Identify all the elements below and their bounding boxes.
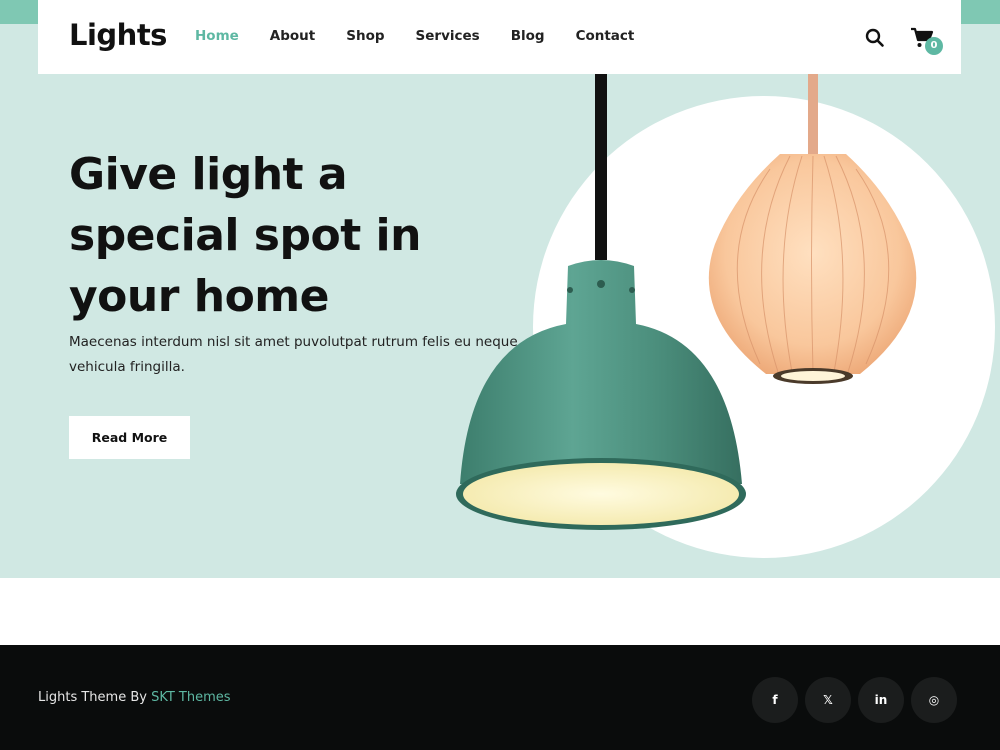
nav-item-about[interactable]: About bbox=[270, 28, 315, 44]
site-footer: Lights Theme By SKT Themes f 𝕏 in ◎ bbox=[0, 645, 1000, 750]
nav-item-home[interactable]: Home bbox=[195, 28, 239, 44]
linkedin-icon: in bbox=[874, 693, 888, 707]
nav-item-shop[interactable]: Shop bbox=[346, 28, 384, 44]
search-icon bbox=[865, 28, 884, 47]
nav-item-services[interactable]: Services bbox=[416, 28, 480, 44]
site-header: Lights Home About Shop Services Blog Con… bbox=[38, 0, 961, 74]
footer-credit: Lights Theme By SKT Themes bbox=[38, 690, 231, 705]
paper-lantern bbox=[708, 154, 917, 384]
cart-count-badge: 0 bbox=[925, 37, 943, 55]
nav-item-contact[interactable]: Contact bbox=[576, 28, 635, 44]
credit-link[interactable]: SKT Themes bbox=[151, 690, 230, 705]
instagram-icon: ◎ bbox=[928, 693, 940, 707]
site-logo[interactable]: Lights bbox=[69, 18, 167, 52]
pendant-cord bbox=[595, 74, 607, 260]
read-more-button[interactable]: Read More bbox=[69, 416, 190, 459]
green-pendant-lamp bbox=[456, 260, 746, 530]
cart-button[interactable]: 0 bbox=[910, 26, 944, 56]
instagram-button[interactable]: ◎ bbox=[911, 677, 957, 723]
linkedin-button[interactable]: in bbox=[858, 677, 904, 723]
main-nav: Home About Shop Services Blog Contact bbox=[195, 28, 665, 44]
x-twitter-button[interactable]: 𝕏 bbox=[805, 677, 851, 723]
credit-text: Lights Theme By bbox=[38, 690, 152, 705]
search-button[interactable] bbox=[864, 27, 886, 49]
facebook-button[interactable]: f bbox=[752, 677, 798, 723]
hero-lamps-illustration bbox=[456, 74, 917, 530]
lantern-cord bbox=[808, 74, 818, 154]
nav-item-blog[interactable]: Blog bbox=[511, 28, 545, 44]
facebook-icon: f bbox=[772, 693, 778, 707]
x-icon: 𝕏 bbox=[823, 693, 833, 707]
